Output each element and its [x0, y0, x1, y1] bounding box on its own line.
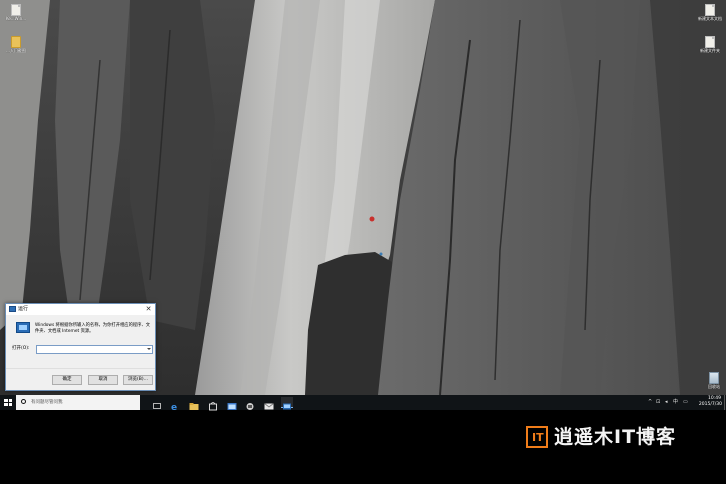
notifications-icon[interactable]: ▭	[683, 400, 688, 405]
desktop-icon[interactable]: ...入门截图	[4, 36, 28, 53]
edge-icon[interactable]: e	[169, 397, 181, 413]
svg-text:e: e	[171, 403, 177, 412]
open-field-label: 打开(O):	[12, 346, 30, 351]
volume-icon[interactable]: ◂	[665, 400, 668, 405]
desktop-icon-label: Ke...Win...	[5, 16, 27, 21]
ok-button[interactable]: 确定	[52, 375, 82, 385]
file-icon	[11, 4, 21, 16]
desktop-icon[interactable]: Ke...Win...	[4, 4, 28, 21]
file-icon	[705, 36, 715, 48]
input-method-icon[interactable]: 中	[673, 400, 678, 405]
desktop-icon-label: ...入门截图	[6, 48, 26, 53]
run-app-icon[interactable]	[281, 397, 293, 410]
desktop-icon[interactable]: 新建文本文档	[698, 4, 722, 21]
watermark-text: 逍遥木IT博客	[554, 426, 677, 448]
taskbar: 有问题尽管问我 e ^ ⊡ ◂ 中 ▭ 10:49 2015/7/30	[0, 395, 726, 413]
browse-button[interactable]: 浏览(B)...	[123, 375, 153, 385]
run-dialog-title: 运行	[18, 306, 29, 312]
desktop-icon[interactable]: 回收站	[702, 372, 726, 389]
text-document-icon	[705, 4, 715, 16]
store-icon[interactable]	[207, 397, 219, 411]
close-icon[interactable]: ✕	[144, 305, 153, 314]
folder-icon	[11, 36, 21, 48]
app-mail-icon[interactable]	[263, 397, 275, 410]
desktop-icon[interactable]: 新建文件夹	[698, 36, 722, 53]
run-dialog-button-bar: 确定 取消 浏览(B)...	[6, 368, 155, 390]
site-watermark: IT 逍遥木IT博客	[526, 424, 706, 450]
watermark-logo-icon: IT	[526, 426, 548, 448]
task-view-icon[interactable]	[151, 397, 163, 409]
open-combobox-input[interactable]	[36, 345, 153, 354]
cancel-button[interactable]: 取消	[88, 375, 118, 385]
run-dialog-description: Windows 将根据你所输入的名称，为你打开相应的程序、文件夹、文档或 Int…	[35, 323, 151, 334]
run-app-icon	[9, 306, 16, 312]
run-app-icon	[16, 322, 30, 333]
watermark-logo-letter: IT	[532, 431, 544, 444]
recycle-bin-icon	[709, 372, 719, 384]
network-icon[interactable]: ⊡	[656, 400, 660, 405]
cortana-search-box[interactable]: 有问题尽管问我	[16, 395, 140, 410]
clock-date[interactable]: 2015/7/30	[699, 402, 722, 408]
desktop-icon-label: 新建文件夹	[700, 48, 720, 53]
chevron-down-icon[interactable]	[147, 348, 151, 350]
chevron-up-icon[interactable]: ^	[648, 400, 652, 405]
run-dialog: 运行 ✕ Windows 将根据你所输入的名称，为你打开相应的程序、文件夹、文档…	[5, 303, 156, 391]
app-window-icon[interactable]	[226, 397, 238, 410]
desktop-icon-label: 回收站	[708, 384, 720, 389]
desktop-icon-label: 新建文本文档	[698, 16, 722, 21]
search-placeholder: 有问题尽管问我	[31, 400, 63, 405]
system-tray: ^ ⊡ ◂ 中 ▭ 10:49 2015/7/30	[646, 395, 726, 410]
windows-logo-icon	[4, 399, 12, 406]
run-dialog-titlebar[interactable]: 运行 ✕	[6, 304, 155, 315]
file-explorer-icon[interactable]	[188, 397, 200, 410]
app-tool-icon[interactable]	[244, 397, 256, 410]
search-icon	[21, 399, 26, 404]
start-button[interactable]	[0, 395, 16, 410]
